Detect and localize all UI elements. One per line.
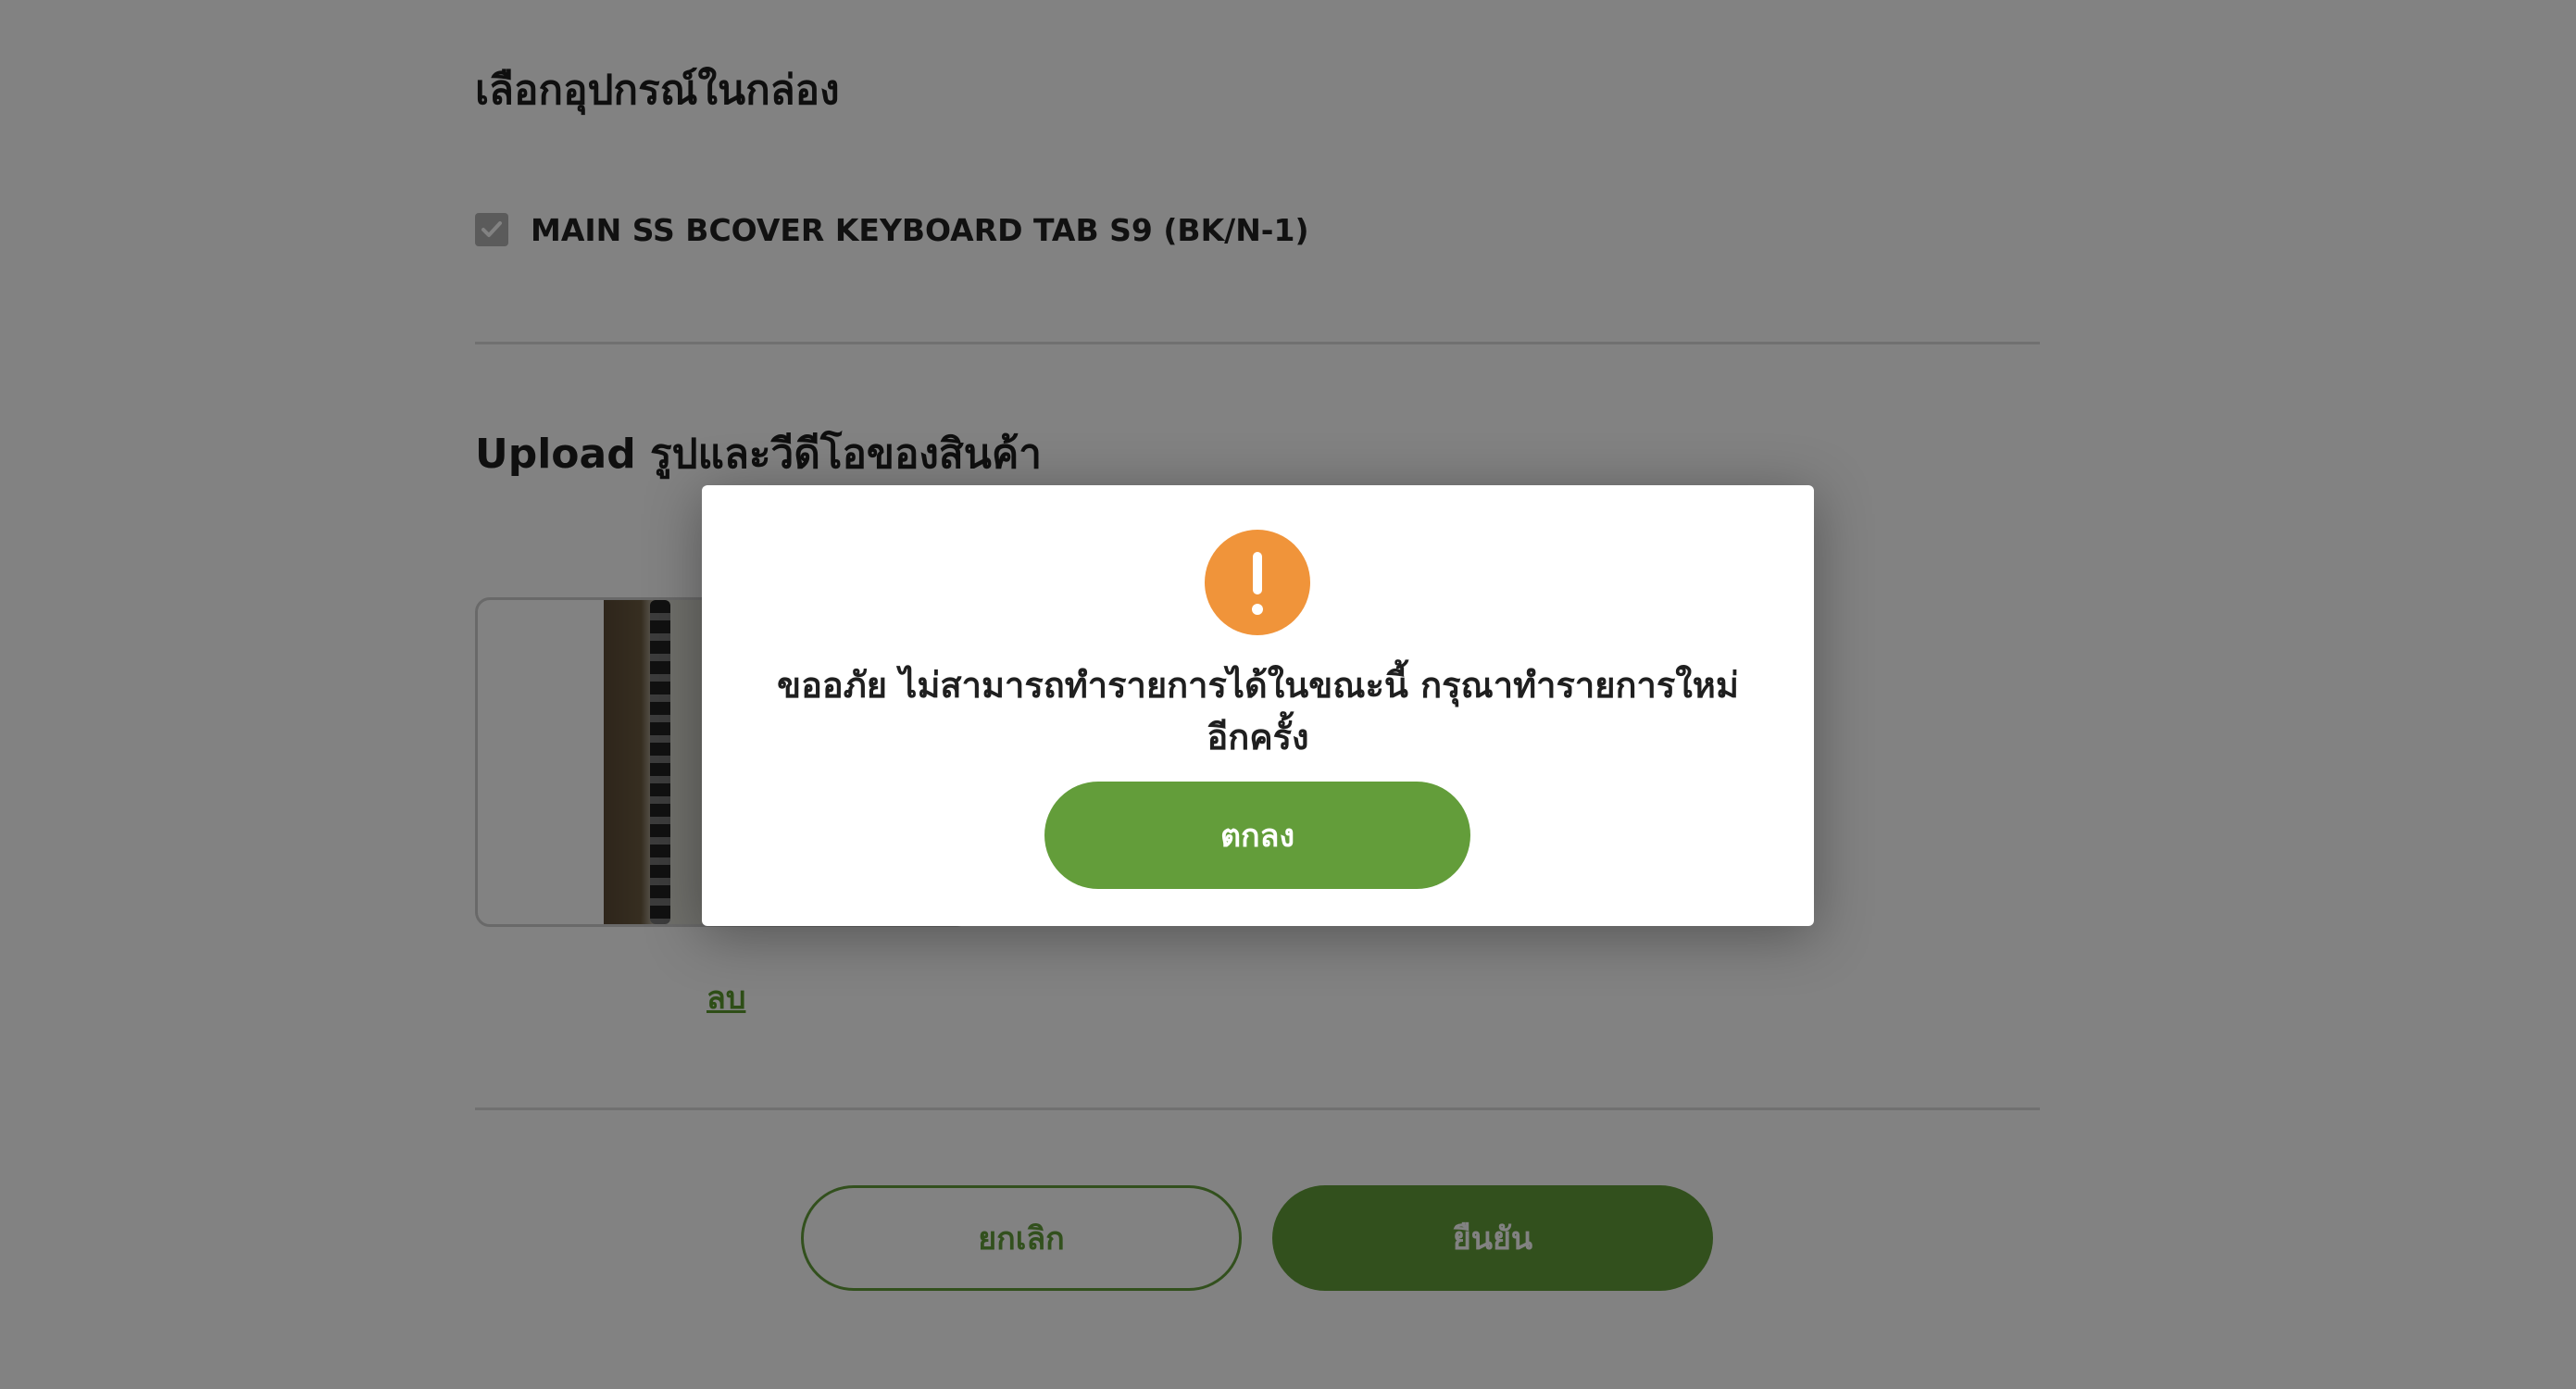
error-dialog: ขออภัย ไม่สามารถทำรายการได้ในขณะนี้ กรุณ… <box>702 485 1814 926</box>
ok-button[interactable]: ตกลง <box>1044 782 1470 889</box>
warning-icon <box>1205 530 1310 635</box>
error-message: ขออภัย ไม่สามารถทำรายการได้ในขณะนี้ กรุณ… <box>777 665 1739 757</box>
